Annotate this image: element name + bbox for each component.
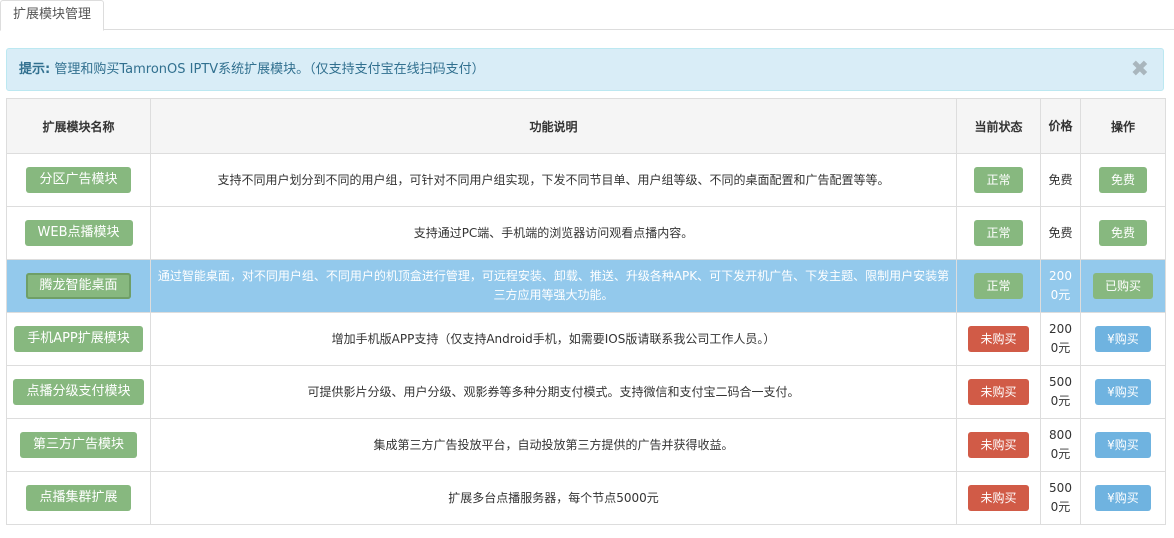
status-badge: 未购买 [968,379,1029,405]
module-price: 2000元 [1049,269,1072,302]
tab-bar: 扩展模块管理 [0,0,1174,31]
status-badge: 未购买 [968,326,1029,352]
module-name-button[interactable]: WEB点播模块 [24,220,133,246]
status-badge: 正常 [974,220,1023,246]
module-desc: 通过智能桌面，对不同用户组、不同用户的机顶盒进行管理，可远程安装、卸载、推送、升… [150,259,957,313]
status-badge: 未购买 [968,432,1029,458]
module-desc: 可提供影片分级、用户分级、观影券等多种分期支付模式。支持微信和支付宝二码合一支付… [150,365,957,419]
header-price: 价格 [1040,98,1081,154]
module-desc: 集成第三方广告投放平台，自动投放第三方提供的广告并获得收益。 [150,418,957,472]
module-price: 5000元 [1049,481,1072,514]
buy-button[interactable]: ¥购买 [1095,379,1151,405]
header-action: 操作 [1080,98,1166,154]
action-button[interactable]: 已购买 [1092,273,1153,299]
status-badge: 正常 [974,273,1023,299]
table-row-selected: 腾龙智能桌面 通过智能桌面，对不同用户组、不同用户的机顶盒进行管理，可远程安装、… [6,259,1166,313]
module-name-button[interactable]: 分区广告模块 [26,167,131,193]
module-desc: 支持通过PC端、手机端的浏览器访问观看点播内容。 [150,206,957,260]
module-price: 5000元 [1049,375,1072,408]
table-row: 点播分级支付模块 可提供影片分级、用户分级、观影券等多种分期支付模式。支持微信和… [6,365,1166,419]
module-name-button[interactable]: 腾龙智能桌面 [26,273,131,299]
action-button[interactable]: 免费 [1098,220,1147,246]
tab-extension-modules[interactable]: 扩展模块管理 [0,0,104,31]
header-status: 当前状态 [956,98,1041,154]
table-row: 手机APP扩展模块 增加手机版APP支持（仅支持Android手机，如需要IOS… [6,312,1166,366]
module-name-button[interactable]: 点播分级支付模块 [13,379,144,405]
module-name-button[interactable]: 点播集群扩展 [26,485,131,511]
buy-button[interactable]: ¥购买 [1095,326,1151,352]
table-row: 分区广告模块 支持不同用户划分到不同的用户组，可针对不同用户组实现，下发不同节目… [6,153,1166,207]
module-price: 免费 [1048,225,1073,240]
module-name-button[interactable]: 手机APP扩展模块 [14,326,143,352]
header-name: 扩展模块名称 [6,98,151,154]
module-desc: 增加手机版APP支持（仅支持Android手机，如需要IOS版请联系我公司工作人… [150,312,957,366]
module-price: 2000元 [1049,322,1072,355]
buy-button[interactable]: ¥购买 [1095,432,1151,458]
info-alert: 提示: 管理和购买TamronOS IPTV系统扩展模块。（仅支持支付宝在线扫码… [6,48,1164,91]
module-name-button[interactable]: 第三方广告模块 [19,432,137,458]
buy-button[interactable]: ¥购买 [1095,485,1151,511]
module-desc: 支持不同用户划分到不同的用户组，可针对不同用户组实现，下发不同节目单、用户组等级… [150,153,957,207]
table-row: WEB点播模块 支持通过PC端、手机端的浏览器访问观看点播内容。 正常 免费 免… [6,206,1166,260]
alert-text: 管理和购买TamronOS IPTV系统扩展模块。（仅支持支付宝在线扫码支付） [50,62,485,77]
table-row: 第三方广告模块 集成第三方广告投放平台，自动投放第三方提供的广告并获得收益。 未… [6,418,1166,472]
table-header-row: 扩展模块名称 功能说明 当前状态 价格 操作 [6,98,1166,154]
status-badge: 未购买 [968,485,1029,511]
module-price: 8000元 [1049,428,1072,461]
table-row: 点播集群扩展 扩展多台点播服务器，每个节点5000元 未购买 5000元 ¥购买 [6,471,1166,525]
close-icon[interactable]: ✖ [1131,49,1149,90]
module-desc: 扩展多台点播服务器，每个节点5000元 [150,471,957,525]
alert-prefix: 提示: [19,62,51,77]
header-desc: 功能说明 [150,98,957,154]
modules-table: 扩展模块名称 功能说明 当前状态 价格 操作 分区广告模块 支持不同用户划分到不… [6,98,1166,525]
module-price: 免费 [1048,172,1073,187]
action-button[interactable]: 免费 [1098,167,1147,193]
status-badge: 正常 [974,167,1023,193]
